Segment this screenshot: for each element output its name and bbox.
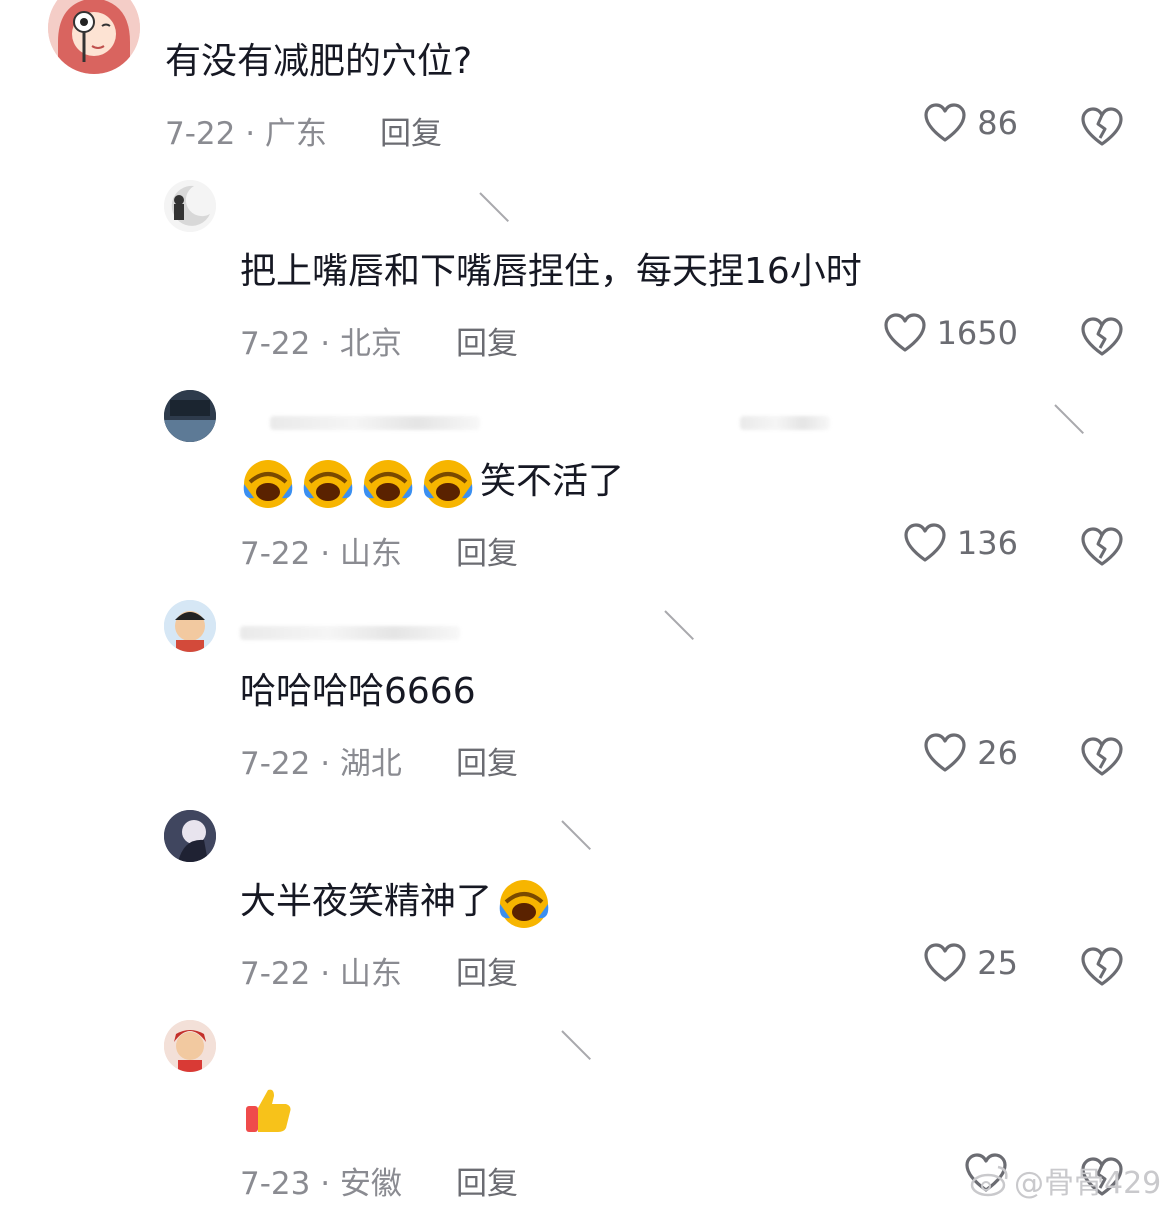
username-extra [740, 416, 830, 430]
like-count: 86 [977, 104, 1018, 142]
heart-outline-icon [883, 313, 926, 352]
avatar[interactable] [164, 600, 216, 652]
comment-text [240, 1082, 300, 1138]
username [270, 416, 480, 430]
comment-meta: 7-22 · 湖北 [240, 746, 402, 782]
username-separator [561, 820, 591, 850]
dislike-button[interactable] [1080, 106, 1124, 150]
comment-meta: 7-22 · 北京 [240, 326, 402, 362]
watermark-text: @骨骨429 [1014, 1166, 1162, 1201]
comment-text-content: 笑不活了 [480, 461, 625, 502]
reply-button[interactable]: 回复 [456, 318, 518, 363]
heart-outline-icon [924, 733, 966, 772]
comment-list: 有没有减肥的穴位? 7-22 · 广东 回复 86 把上嘴唇和下嘴唇捏住，每天捏… [0, 0, 1170, 1214]
dislike-button[interactable] [1080, 736, 1124, 780]
comment-text: 有没有减肥的穴位? [165, 41, 473, 82]
laughing-crying-emoji [420, 454, 476, 510]
laughing-crying-emoji [360, 454, 416, 510]
like-button[interactable]: 86 [838, 102, 1018, 144]
comment-meta: 7-22 · 山东 [240, 536, 402, 572]
weibo-logo-icon [970, 1165, 1008, 1197]
reply-button[interactable]: 回复 [380, 108, 442, 153]
avatar[interactable] [164, 390, 216, 442]
reply-button[interactable]: 回复 [456, 948, 518, 993]
like-count: 25 [977, 944, 1018, 982]
comment-meta: 7-22 · 广东 [165, 116, 327, 152]
comment-meta: 7-22 · 山东 [240, 956, 402, 992]
thumbs-up-emoji [240, 1082, 296, 1138]
comment-meta: 7-23 · 安徽 [240, 1166, 402, 1202]
heart-outline-icon [924, 103, 966, 142]
avatar[interactable] [164, 810, 216, 862]
like-button[interactable]: 1650 [838, 312, 1018, 354]
like-count: 26 [977, 734, 1018, 772]
broken-heart-icon [1081, 317, 1123, 356]
avatar[interactable] [164, 1020, 216, 1072]
heart-outline-icon [924, 943, 966, 982]
dislike-button[interactable] [1080, 316, 1124, 360]
reply-button[interactable]: 回复 [456, 1158, 518, 1203]
laughing-crying-emoji [240, 454, 296, 510]
like-button[interactable]: 26 [838, 732, 1018, 774]
like-count: 136 [956, 524, 1018, 562]
dislike-button[interactable] [1080, 946, 1124, 990]
dislike-button[interactable] [1080, 526, 1124, 570]
comment-text-content: 大半夜笑精神了 [240, 881, 493, 922]
reply-button[interactable]: 回复 [456, 528, 518, 573]
reply-button[interactable]: 回复 [456, 738, 518, 783]
broken-heart-icon [1081, 107, 1123, 146]
laughing-crying-emoji [496, 874, 552, 930]
username [240, 626, 460, 640]
username-separator [1054, 404, 1084, 434]
avatar[interactable] [48, 0, 140, 74]
like-button[interactable]: 136 [838, 522, 1018, 564]
comment-text: 哈哈哈哈6666 [240, 671, 476, 712]
like-count: 1650 [936, 314, 1018, 352]
username-separator [561, 1030, 591, 1060]
username-separator [664, 610, 694, 640]
comment-text: 把上嘴唇和下嘴唇捏住，每天捏16小时 [240, 251, 862, 292]
comment-text: 笑不活了 [240, 454, 624, 510]
watermark: @骨骨429 [970, 1158, 1161, 1202]
broken-heart-icon [1081, 527, 1123, 566]
broken-heart-icon [1081, 737, 1123, 776]
like-button[interactable]: 25 [838, 942, 1018, 984]
heart-outline-icon [904, 523, 946, 562]
laughing-crying-emoji [300, 454, 356, 510]
avatar[interactable] [164, 180, 216, 232]
broken-heart-icon [1081, 947, 1123, 986]
username-separator [479, 192, 509, 222]
comment-text: 大半夜笑精神了 [240, 874, 556, 930]
